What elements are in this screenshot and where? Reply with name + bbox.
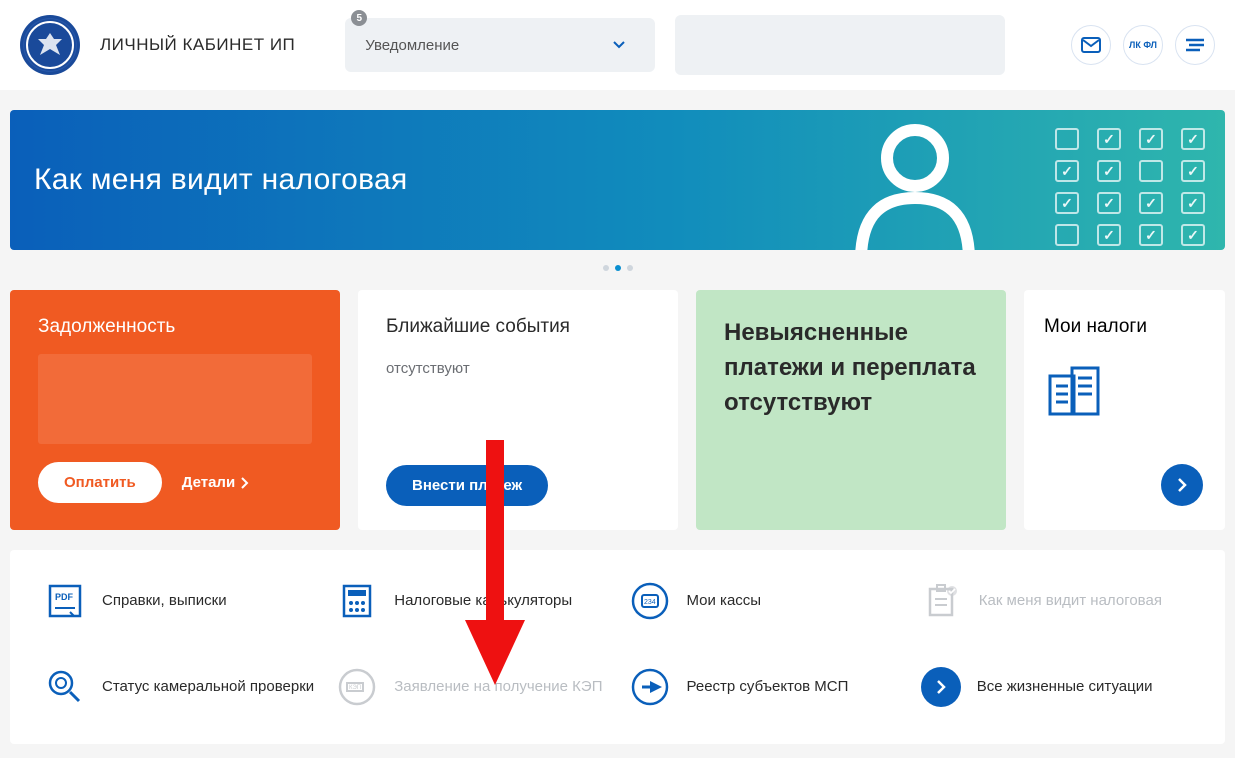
check-on-icon [1097,160,1121,182]
unknown-payments-card: Невыясненные платежи и переплата отсутст… [696,290,1006,530]
check-on-icon [1181,224,1205,246]
debt-details-link[interactable]: Детали [182,474,249,491]
action-howtax: Как меня видит налоговая [921,580,1191,622]
svg-text:PDF: PDF [55,592,74,602]
action-label: Налоговые калькуляторы [394,591,572,611]
messages-button[interactable] [1071,25,1111,65]
action-label: Заявление на получение КЭП [394,677,602,697]
eagle-icon [34,29,66,61]
all-icon [921,667,961,707]
kassy-icon: 234 [629,580,671,622]
action-label: Справки, выписки [102,591,227,611]
action-kassy[interactable]: 234 Мои кассы [629,580,899,622]
debt-amount-box [38,354,312,444]
carousel-dot-active[interactable] [615,265,621,271]
carousel-dots [0,258,1235,276]
action-label: Мои кассы [687,591,762,611]
cameral-icon [44,666,86,708]
action-label: Реестр субъектов МСП [687,677,849,697]
lk-fl-button[interactable]: ЛК ФЛ [1123,25,1163,65]
events-title: Ближайшие события [386,316,650,338]
mail-icon [1081,37,1101,53]
notifications-dropdown[interactable]: 5 Уведомление [345,18,655,72]
chevron-down-icon [613,36,625,54]
check-off-icon [1055,224,1079,246]
person-icon [845,120,985,250]
fns-logo [20,15,80,75]
check-on-icon [1097,128,1121,150]
check-on-icon [1055,160,1079,182]
check-on-icon [1055,192,1079,214]
howtax-icon [921,580,963,622]
check-on-icon [1139,128,1163,150]
action-cameral[interactable]: Статус камеральной проверки [44,666,314,708]
certificates-icon: PDF [44,580,86,622]
action-all[interactable]: Все жизненные ситуации [921,666,1191,708]
events-subtitle: отсутствуют [386,360,650,377]
check-on-icon [1181,192,1205,214]
menu-button[interactable] [1175,25,1215,65]
action-label: Статус камеральной проверки [102,677,314,697]
action-msp[interactable]: Реестр субъектов МСП [629,666,899,708]
documents-icon [1044,364,1205,425]
check-on-icon [1097,224,1121,246]
kep-icon: КЭП [336,666,378,708]
check-on-icon [1097,192,1121,214]
taxes-title: Мои налоги [1044,316,1205,338]
hero-banner[interactable]: Как меня видит налоговая [10,110,1225,250]
banner-title: Как меня видит налоговая [34,163,408,197]
svg-text:234: 234 [644,599,656,606]
pay-button[interactable]: Оплатить [38,462,162,503]
my-taxes-go-button[interactable] [1161,464,1203,506]
check-off-icon [1139,160,1163,182]
actions-grid: PDF Справки, выписки Налоговые калькулятор… [10,550,1225,744]
check-off-icon [1055,128,1079,150]
notification-badge: 5 [351,10,367,26]
action-certificates[interactable]: PDF Справки, выписки [44,580,314,622]
menu-icon [1186,38,1204,52]
svg-text:КЭП: КЭП [349,685,361,691]
action-label: Все жизненные ситуации [977,677,1153,697]
debt-title: Задолженность [38,316,312,338]
chevron-right-icon [1175,478,1189,492]
summary-cards: Задолженность Оплатить Детали Ближайшие … [10,290,1225,530]
app-title: ЛИЧНЫЙ КАБИНЕТ ИП [100,35,295,55]
check-on-icon [1181,128,1205,150]
header-bar: ЛИЧНЫЙ КАБИНЕТ ИП 5 Уведомление ЛК ФЛ [0,0,1235,90]
notification-label: Уведомление [365,37,459,54]
debt-card: Задолженность Оплатить Детали [10,290,340,530]
action-label: Как меня видит налоговая [979,591,1162,611]
action-kep: КЭП Заявление на получение КЭП [336,666,606,708]
check-on-icon [1139,224,1163,246]
unknown-payments-text: Невыясненные платежи и переплата отсутст… [724,316,978,420]
check-on-icon [1181,160,1205,182]
upcoming-events-card: Ближайшие события отсутствуют Внести пла… [358,290,678,530]
make-payment-button[interactable]: Внести платеж [386,465,548,506]
calculators-icon [336,580,378,622]
user-dropdown[interactable] [675,15,1005,75]
banner-checklist [1055,128,1205,246]
my-taxes-card: Мои налоги [1024,290,1225,530]
header-actions: ЛК ФЛ [1071,25,1215,65]
chevron-right-icon [241,477,249,489]
check-on-icon [1139,192,1163,214]
action-calculators[interactable]: Налоговые калькуляторы [336,580,606,622]
msp-icon [629,666,671,708]
